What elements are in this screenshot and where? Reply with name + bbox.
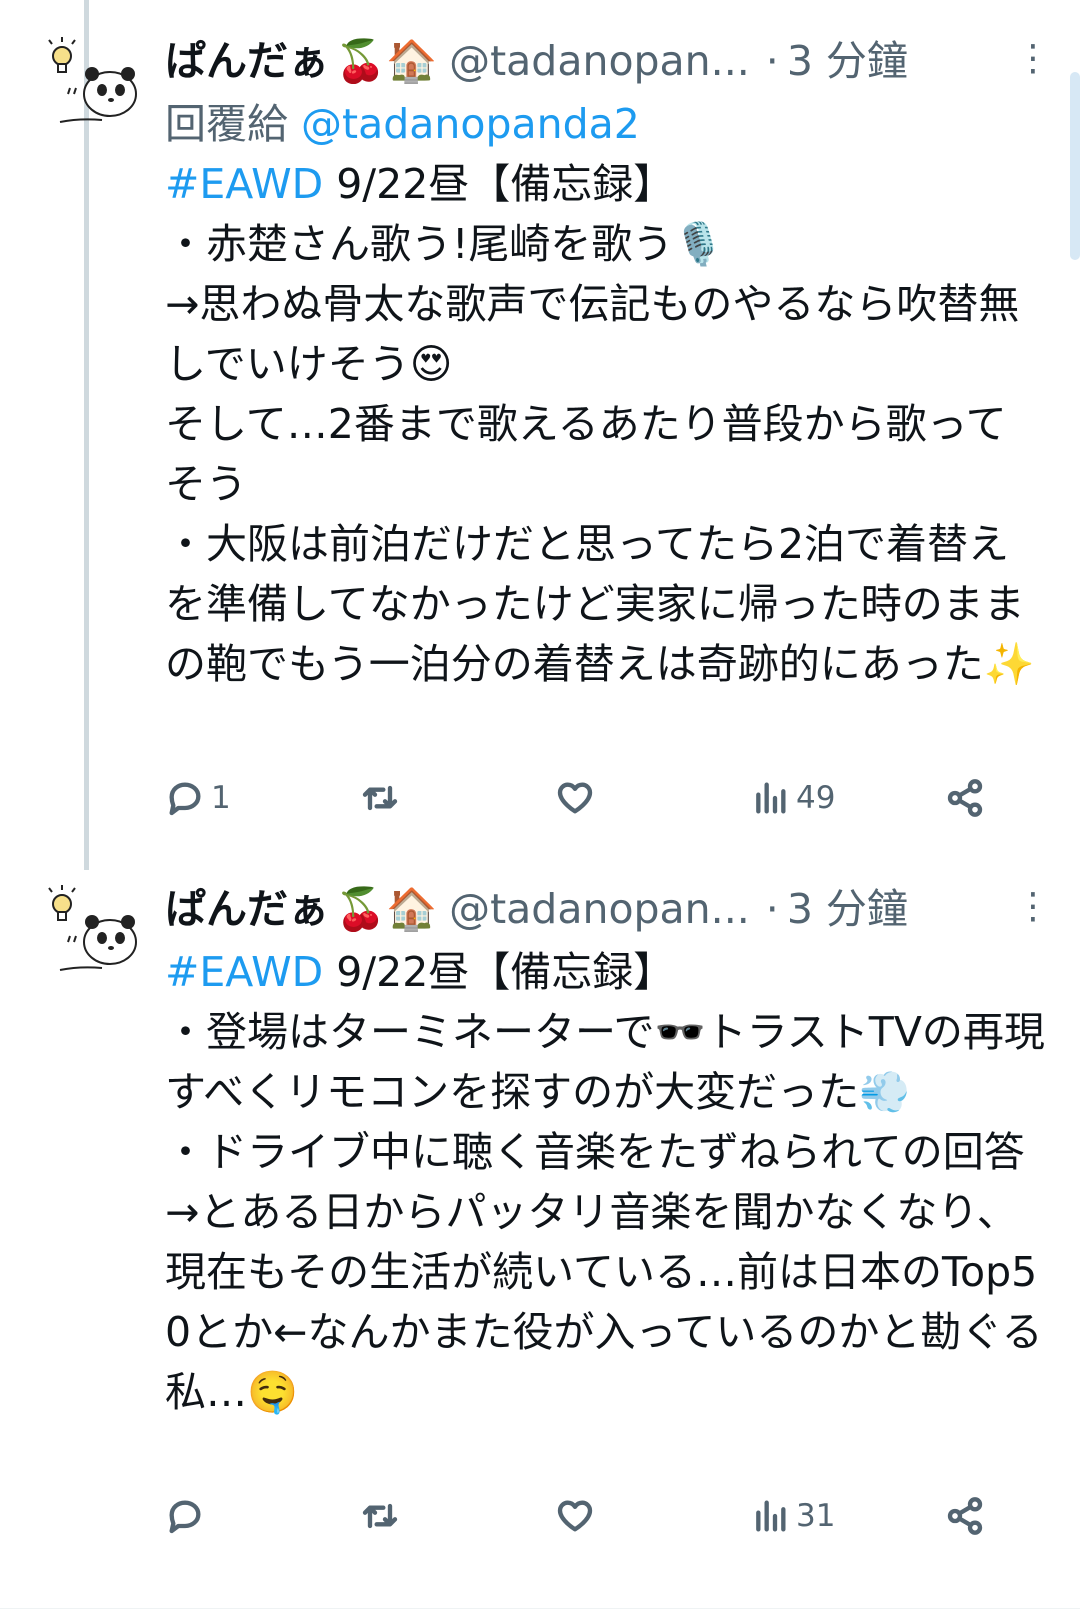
user-handle[interactable]: @tadanopan... bbox=[449, 33, 750, 89]
lightbulb-doodle bbox=[48, 37, 76, 73]
views-count: 31 bbox=[796, 1498, 836, 1534]
retweet-button[interactable] bbox=[360, 768, 406, 828]
tweet-text: #EAWD 9/22昼【備忘録】 ・赤楚さん歌う!尾崎を歌う🎙️ →思わぬ骨太な… bbox=[165, 154, 1045, 694]
share-button[interactable] bbox=[945, 768, 985, 828]
tweet-text: #EAWD 9/22昼【備忘録】 ・登場はターミネーターで🕶️トラストTVの再現… bbox=[165, 942, 1045, 1422]
hashtag-link[interactable]: #EAWD bbox=[165, 160, 323, 208]
share-icon bbox=[947, 1497, 983, 1535]
avatar[interactable] bbox=[40, 882, 140, 982]
retweet-icon bbox=[362, 1503, 398, 1529]
action-bar: 31 bbox=[165, 1486, 1025, 1546]
reply-to-handle[interactable]: @tadanopanda2 bbox=[301, 100, 640, 148]
tweet-text-first-line: 9/22昼【備忘録】 bbox=[323, 160, 675, 208]
views-button[interactable]: 31 bbox=[750, 1486, 835, 1546]
views-button[interactable]: 49 bbox=[750, 768, 835, 828]
views-icon bbox=[756, 1500, 786, 1532]
tweet-text-body: ・赤楚さん歌う!尾崎を歌う🎙️ →思わぬ骨太な歌声で伝記ものやるなら吹替無しでい… bbox=[165, 220, 1035, 688]
timestamp[interactable]: 3 分鐘 bbox=[787, 33, 908, 89]
like-button[interactable] bbox=[555, 1486, 601, 1546]
retweet-icon bbox=[362, 785, 398, 811]
more-vertical-icon[interactable]: ⋮ bbox=[1015, 884, 1051, 930]
tweet-text-first-line: 9/22昼【備忘録】 bbox=[323, 948, 675, 996]
timestamp[interactable]: 3 分鐘 bbox=[787, 881, 908, 937]
reply-icon bbox=[169, 782, 201, 816]
tweet-text-body: ・登場はターミネーターで🕶️トラストTVの再現すべくリモコンを探すのが大変だった… bbox=[165, 1008, 1045, 1416]
like-icon bbox=[557, 1500, 593, 1532]
retweet-button[interactable] bbox=[360, 1486, 406, 1546]
lightbulb-doodle bbox=[48, 885, 76, 921]
name-emojis: 🍒🏠 bbox=[335, 37, 438, 85]
reply-to-label: 回覆給 bbox=[165, 100, 288, 148]
bottom-divider bbox=[0, 1608, 1080, 1609]
separator-dot: · bbox=[765, 885, 779, 933]
tweet-header: ぱんだぁ 🍒🏠 @tadanopan... · 3 分鐘 bbox=[165, 876, 1045, 942]
share-icon bbox=[947, 779, 983, 817]
tweet-header: ぱんだぁ 🍒🏠 @tadanopan... · 3 分鐘 bbox=[165, 28, 1045, 94]
reply-button[interactable]: 1 bbox=[165, 768, 231, 828]
display-name[interactable]: ぱんだぁ bbox=[165, 33, 329, 89]
panda-doodle bbox=[59, 915, 137, 971]
name-emojis: 🍒🏠 bbox=[335, 885, 438, 933]
reply-icon bbox=[169, 1500, 201, 1534]
action-bar: 1 49 bbox=[165, 768, 1025, 828]
reply-count: 1 bbox=[211, 780, 231, 816]
reply-button[interactable] bbox=[165, 1486, 211, 1546]
scrollbar[interactable] bbox=[1070, 72, 1080, 260]
user-handle[interactable]: @tadanopan... bbox=[449, 881, 750, 937]
reply-to-line: 回覆給 @tadanopanda2 bbox=[165, 96, 1045, 152]
views-icon bbox=[756, 782, 786, 814]
share-button[interactable] bbox=[945, 1486, 985, 1546]
more-vertical-icon[interactable]: ⋮ bbox=[1015, 36, 1051, 82]
display-name[interactable]: ぱんだぁ bbox=[165, 881, 329, 937]
avatar[interactable] bbox=[40, 34, 140, 134]
views-count: 49 bbox=[796, 780, 836, 816]
hashtag-link[interactable]: #EAWD bbox=[165, 948, 323, 996]
panda-doodle bbox=[59, 67, 137, 123]
like-icon bbox=[557, 782, 593, 814]
separator-dot: · bbox=[765, 37, 779, 85]
like-button[interactable] bbox=[555, 768, 601, 828]
